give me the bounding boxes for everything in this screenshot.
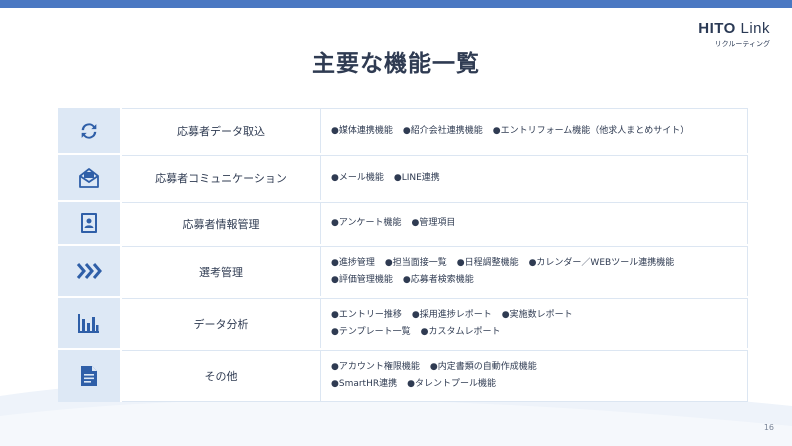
table-row: その他 ●アカウント権限機能 ●内定書類の自動作成機能 ●SmartHR連携 ●タレ… — [58, 350, 748, 402]
table-row: 応募者コミュニケーション ●メール機能 ●LINE連携 — [58, 155, 748, 202]
feature-item: ●エントリー推移 — [331, 309, 402, 320]
chevrons-right-icon — [76, 263, 102, 279]
items-line: ●アカウント権限機能 ●内定書類の自動作成機能 — [331, 359, 747, 376]
row-label: 応募者データ取込 — [122, 108, 321, 153]
document-icon — [81, 366, 97, 386]
icon-cell — [58, 246, 122, 296]
feature-item: ●日程調整機能 — [456, 257, 519, 268]
row-items: ●メール機能 ●LINE連携 — [321, 155, 748, 200]
row-items: ●アンケート機能 ●管理項目 — [321, 202, 748, 244]
feature-item: ●担当面接一覧 — [384, 257, 447, 268]
feature-item: ●実施数レポート — [501, 309, 573, 320]
sync-icon — [81, 122, 97, 139]
row-items: ●エントリー推移 ●採用進捗レポート ●実施数レポート ●テンプレート一覧 ●カスタム… — [321, 298, 748, 348]
items-line: ●アンケート機能 ●管理項目 — [331, 215, 747, 232]
icon-cell — [58, 350, 122, 402]
table-row: 選考管理 ●進捗管理 ●担当面接一覧 ●日程調整機能 ●カレンダー／WEBツール連携機… — [58, 246, 748, 298]
row-items: ●進捗管理 ●担当面接一覧 ●日程調整機能 ●カレンダー／WEBツール連携機能 ●評価… — [321, 246, 748, 296]
feature-item: ●媒体連携機能 — [331, 125, 393, 136]
page-title: 主要な機能一覧 — [312, 51, 480, 77]
items-line: ●エントリー推移 ●採用進捗レポート ●実施数レポート — [331, 307, 747, 324]
row-label: 応募者コミュニケーション — [122, 155, 321, 200]
items-line: ●評価管理機能 ●応募者検索機能 — [331, 272, 747, 289]
items-line: ●媒体連携機能 ●紹介会社連携機能 ●エントリフォーム機能（他求人まとめサイト） — [331, 123, 747, 140]
icon-cell — [58, 108, 122, 153]
items-line: ●メール機能 ●LINE連携 — [331, 170, 747, 187]
icon-cell — [58, 155, 122, 200]
contact-book-icon — [81, 213, 97, 233]
feature-item: ●エントリフォーム機能（他求人まとめサイト） — [492, 125, 690, 136]
feature-item: ●進捗管理 — [331, 257, 375, 268]
row-label: 応募者情報管理 — [122, 202, 321, 244]
feature-item: ●応募者検索機能 — [402, 274, 474, 285]
feature-item: ●テンプレート一覧 — [331, 326, 411, 337]
feature-item: ●カスタムレポート — [420, 326, 501, 337]
page-number: 16 — [763, 423, 774, 432]
table-row: 応募者データ取込 ●媒体連携機能 ●紹介会社連携機能 ●エントリフォーム機能（他求人… — [58, 108, 748, 155]
feature-item: ●アンケート機能 — [331, 218, 402, 228]
icon-cell — [58, 298, 122, 348]
feature-item: ●メール機能 — [331, 172, 384, 183]
feature-table: 応募者データ取込 ●媒体連携機能 ●紹介会社連携機能 ●エントリフォーム機能（他求人… — [58, 108, 748, 402]
feature-item: ●内定書類の自動作成機能 — [429, 362, 537, 372]
feature-item: ●カレンダー／WEBツール連携機能 — [528, 257, 675, 268]
items-line: ●SmartHR連携 ●タレントプール機能 — [331, 376, 747, 393]
logo-text: HITO Link — [698, 20, 770, 37]
icon-cell — [58, 202, 122, 244]
feature-item: ●タレントプール機能 — [407, 379, 496, 389]
row-items: ●アカウント権限機能 ●内定書類の自動作成機能 ●SmartHR連携 ●タレントプー… — [321, 350, 748, 402]
feature-item: ●採用進捗レポート — [411, 309, 492, 320]
table-row: データ分析 ●エントリー推移 ●採用進捗レポート ●実施数レポート ●テンプレート一… — [58, 298, 748, 350]
row-items: ●媒体連携機能 ●紹介会社連携機能 ●エントリフォーム機能（他求人まとめサイト） — [321, 108, 748, 153]
feature-item: ●LINE連携 — [393, 172, 440, 183]
feature-item: ●評価管理機能 — [331, 274, 393, 285]
mail-icon — [79, 167, 99, 188]
feature-item: ●紹介会社連携機能 — [402, 125, 483, 136]
feature-item: ●アカウント権限機能 — [331, 362, 420, 372]
items-line: ●進捗管理 ●担当面接一覧 ●日程調整機能 ●カレンダー／WEBツール連携機能 — [331, 255, 747, 272]
row-label: その他 — [122, 350, 321, 402]
feature-item: ●SmartHR連携 — [331, 379, 398, 389]
row-label: 選考管理 — [122, 246, 321, 296]
row-label: データ分析 — [122, 298, 321, 348]
table-row: 応募者情報管理 ●アンケート機能 ●管理項目 — [58, 202, 748, 246]
items-line: ●テンプレート一覧 ●カスタムレポート — [331, 324, 747, 341]
feature-item: ●管理項目 — [411, 218, 456, 228]
top-accent-bar — [0, 0, 792, 8]
bar-chart-icon — [78, 314, 99, 333]
